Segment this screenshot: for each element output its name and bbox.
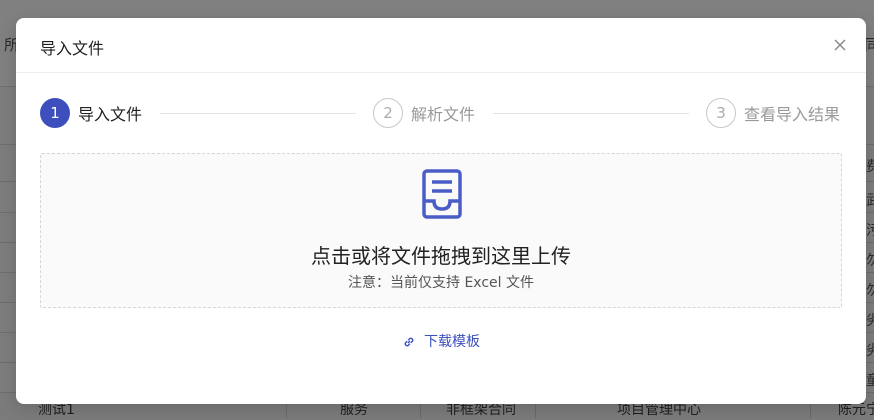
dialog-header: 导入文件 <box>16 18 866 73</box>
background-cell: 勿 <box>866 283 874 299</box>
import-steps: 1 导入文件 2 解析文件 3 查看导入结果 <box>40 96 842 130</box>
background-cell: 武 <box>866 193 874 209</box>
step-label: 导入文件 <box>78 105 143 124</box>
import-file-dialog: 导入文件 1 导入文件 2 解析文件 3 查看导入结果 点击或将文件拖拽到这里上… <box>16 18 866 404</box>
background-cell: 劣 <box>866 313 874 329</box>
step-label: 解析文件 <box>411 105 476 124</box>
step-view-results: 3 查看导入结果 <box>706 96 840 130</box>
link-icon <box>402 334 416 348</box>
background-cell: 劣 <box>866 343 874 359</box>
dropzone-hint: 注意：当前仅支持 Excel 文件 <box>348 275 534 291</box>
background-cell: 童 <box>866 373 874 389</box>
step-number: 2 <box>373 98 403 128</box>
step-label: 查看导入结果 <box>744 105 841 124</box>
dialog-title: 导入文件 <box>40 39 105 58</box>
download-template-button[interactable]: 下载模板 <box>388 326 494 356</box>
document-inbox-icon <box>420 169 464 221</box>
close-icon[interactable] <box>832 37 848 53</box>
step-connector <box>160 113 356 114</box>
step-parse-file: 2 解析文件 <box>373 96 475 130</box>
step-import-file: 1 导入文件 <box>40 96 142 130</box>
background-cell: 勿 <box>866 253 874 269</box>
step-number: 3 <box>706 98 736 128</box>
download-template-label: 下载模板 <box>424 334 480 350</box>
background-cell: 费 <box>866 159 874 175</box>
step-connector <box>493 113 689 114</box>
background-cell: 污 <box>866 223 874 239</box>
dropzone-title: 点击或将文件拖拽到这里上传 <box>311 244 571 268</box>
step-number: 1 <box>40 98 70 128</box>
upload-dropzone[interactable]: 点击或将文件拖拽到这里上传 注意：当前仅支持 Excel 文件 <box>40 153 842 308</box>
